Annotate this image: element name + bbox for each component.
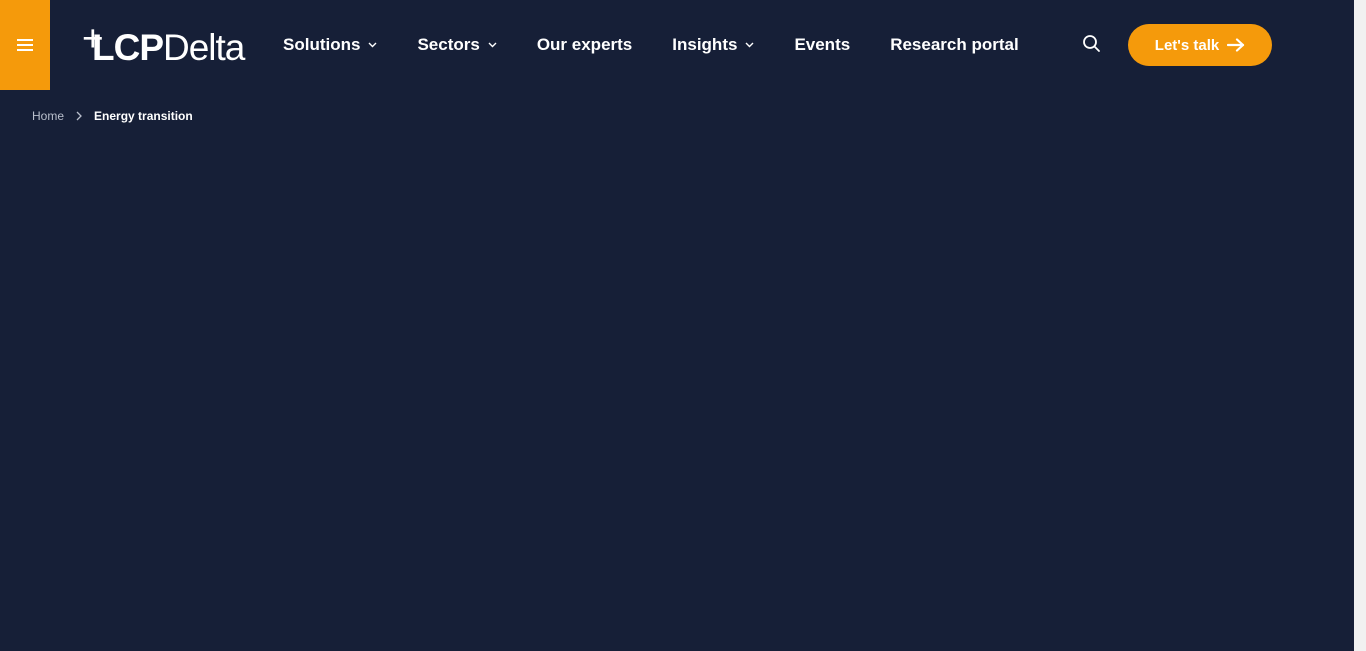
nav-item-label: Our experts — [536, 35, 633, 54]
logo-lcp: LCP — [92, 27, 164, 68]
breadcrumb-home[interactable]: Home — [32, 109, 64, 123]
logo-delta: Delta — [163, 27, 245, 68]
lets-talk-button[interactable]: Let's talk — [1128, 24, 1272, 66]
search-icon — [1083, 35, 1100, 52]
breadcrumb: Home Energy transition — [32, 107, 193, 125]
nav-item-research-portal[interactable]: Research portal — [890, 35, 1019, 55]
site-header: + LCP Delta Solutions Sectors Our expert… — [0, 0, 1354, 90]
chevron-down-icon — [368, 42, 377, 48]
hamburger-icon — [17, 39, 33, 51]
nav-item-label: Solutions — [283, 35, 361, 54]
main-nav: Solutions Sectors Our experts Insights E… — [283, 0, 1059, 90]
nav-item-solutions[interactable]: Solutions — [283, 35, 377, 55]
nav-item-sectors[interactable]: Sectors — [417, 35, 497, 55]
arrow-right-icon — [1227, 38, 1245, 52]
nav-item-insights[interactable]: Insights — [672, 35, 754, 55]
nav-item-label: Research portal — [890, 35, 1019, 54]
nav-item-label: Events — [794, 35, 851, 54]
nav-item-our-experts[interactable]: Our experts — [537, 35, 632, 55]
logo[interactable]: + LCP Delta — [82, 18, 245, 68]
nav-item-label: Sectors — [417, 35, 480, 54]
chevron-right-icon — [76, 111, 82, 121]
chevron-down-icon — [488, 42, 497, 48]
cta-label: Let's talk — [1154, 36, 1220, 54]
logo-plus: + — [82, 18, 104, 59]
breadcrumb-current: Energy transition — [94, 109, 193, 123]
page: + LCP Delta Solutions Sectors Our expert… — [0, 0, 1366, 651]
chevron-down-icon — [745, 42, 754, 48]
nav-item-label: Insights — [672, 35, 738, 54]
menu-button[interactable] — [0, 0, 50, 90]
scrollbar[interactable] — [1354, 0, 1366, 651]
nav-item-events[interactable]: Events — [794, 35, 850, 55]
search-button[interactable] — [1082, 34, 1102, 54]
